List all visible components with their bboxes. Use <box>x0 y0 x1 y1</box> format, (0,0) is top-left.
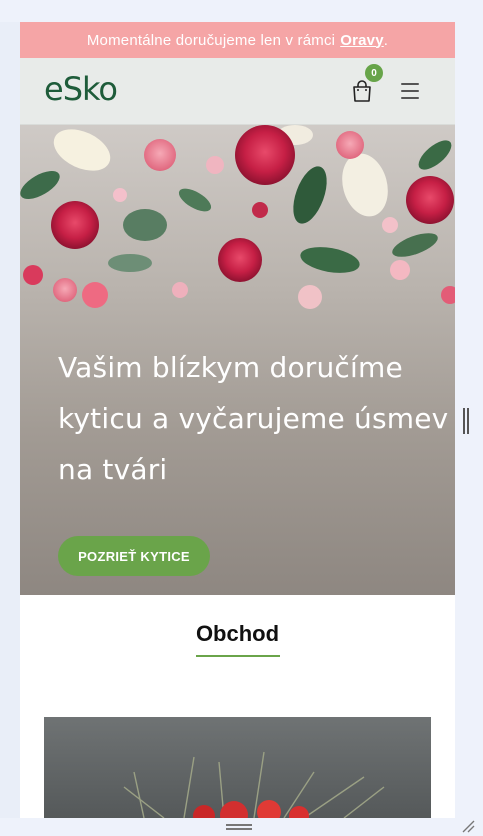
shop-title-underline <box>195 655 280 657</box>
announcement-text: Momentálne doručujeme len v rámci <box>86 31 336 49</box>
window-right-gutter <box>455 22 483 836</box>
browser-frame-top <box>0 0 483 22</box>
cart-icon <box>353 80 371 102</box>
announcement-bar: Momentálne doručujeme len v rámci Oravy. <box>20 22 455 58</box>
horizontal-resize-handle-icon[interactable] <box>226 824 252 830</box>
hero-title: Vašim blízkym doručíme kyticu a vyčaruje… <box>58 351 449 486</box>
hamburger-menu-icon[interactable] <box>401 83 419 99</box>
announcement-link[interactable]: Oravy <box>340 32 384 49</box>
cart-button[interactable]: 0 <box>351 64 383 103</box>
hero-flowers-image <box>20 125 455 309</box>
product-flowers-image <box>123 751 385 818</box>
site-logo[interactable]: eSko <box>44 67 128 116</box>
shop-title: Obchod <box>195 621 280 646</box>
esko-logo-mark: eSko <box>44 70 118 108</box>
corner-resize-icon[interactable] <box>461 819 475 833</box>
product-image[interactable] <box>44 717 431 818</box>
logo-text: eSko <box>44 70 117 107</box>
cart-count-badge: 0 <box>365 64 383 82</box>
view-bouquets-button[interactable]: POZRIEŤ KYTICE <box>58 536 210 576</box>
page-viewport: Momentálne doručujeme len v rámci Oravy.… <box>20 22 455 836</box>
shop-section-header: Obchod <box>20 595 455 657</box>
site-header: eSko 0 <box>20 58 455 125</box>
header-actions: 0 <box>351 64 419 103</box>
vertical-resize-handle-icon[interactable] <box>463 408 469 434</box>
announcement-suffix: . <box>383 31 389 49</box>
hero-banner: Vašim blízkym doručíme kyticu a vyčaruje… <box>20 125 455 595</box>
